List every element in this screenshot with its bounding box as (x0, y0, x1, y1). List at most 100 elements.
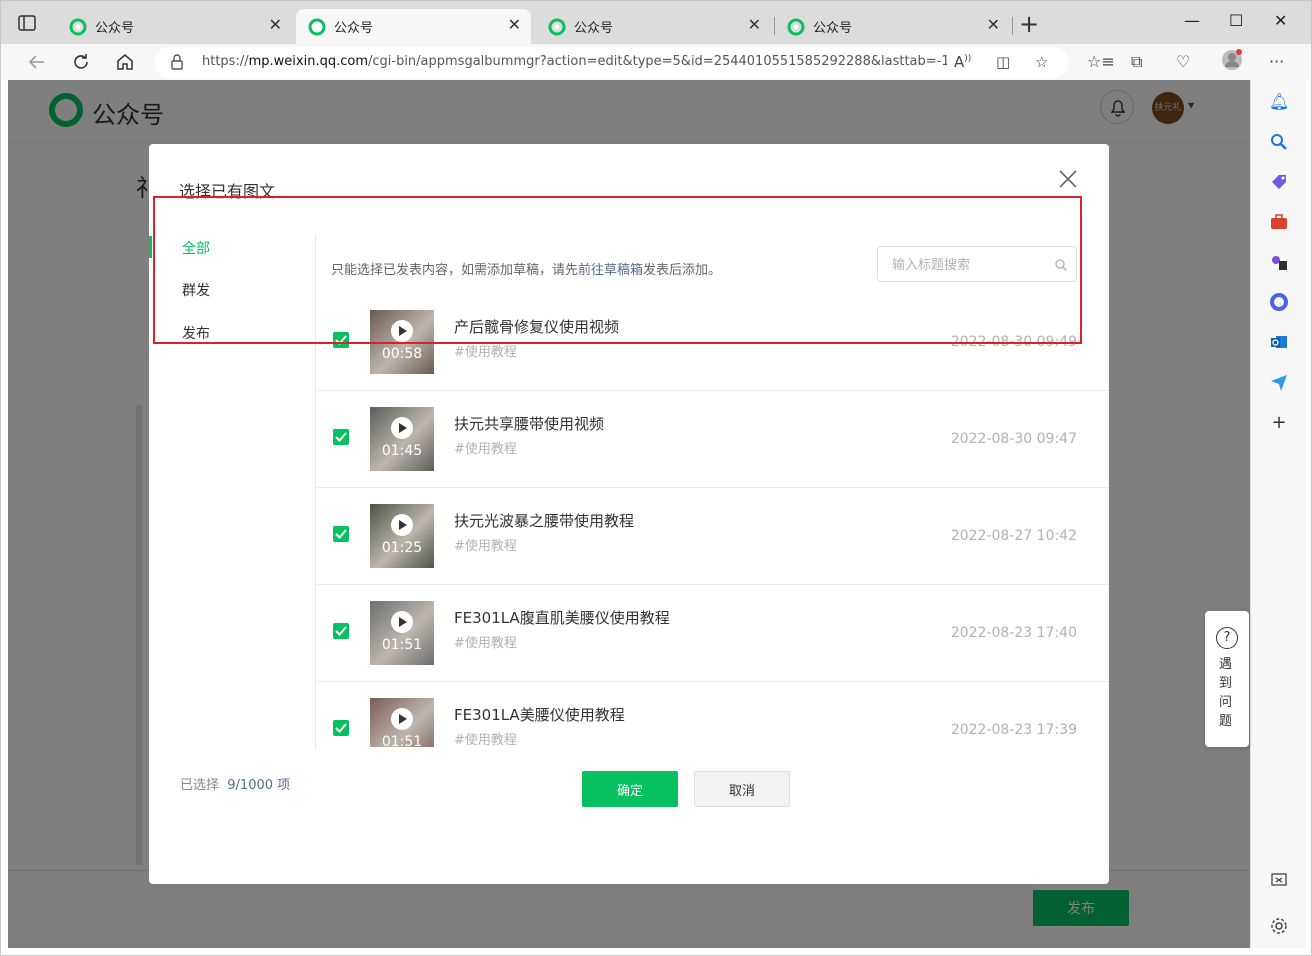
browser-tab-2[interactable]: 公众号 ✕ (296, 9, 531, 45)
video-duration: 01:51 (381, 637, 423, 653)
close-tab-icon[interactable]: ✕ (508, 15, 521, 34)
browser-tab-3[interactable]: 公众号 ✕ (536, 9, 771, 45)
row-checkbox[interactable] (333, 720, 349, 736)
article-tag: #使用教程 (454, 733, 517, 747)
video-duration: 01:51 (381, 734, 423, 747)
more-menu-icon[interactable]: ··· (1269, 52, 1284, 71)
tab-title: 公众号 (334, 21, 374, 36)
browser-titlebar: 公众号 ✕ 公众号 ✕ 公众号 ✕ 公众号 ✕ + — ☐ ✕ (0, 0, 1312, 45)
search-icon[interactable] (1054, 257, 1068, 276)
search-input[interactable] (892, 255, 1042, 275)
article-tag: #使用教程 (454, 345, 517, 360)
selected-count-value: 9/1000 项 (227, 778, 291, 793)
drafts-link[interactable]: 前往草稿箱 (578, 263, 643, 278)
article-row[interactable]: 00:58 产后髋骨修复仪使用视频 #使用教程 2022-08-30 09:49 (316, 294, 1109, 391)
url-path: /cgi-bin/appmsgalbummgr?action=edit&type… (367, 54, 947, 69)
article-date: 2022-08-27 10:42 (950, 528, 1077, 544)
url-text[interactable]: https://mp.weixin.qq.com/cgi-bin/appmsga… (202, 54, 947, 69)
close-icon[interactable] (1057, 168, 1079, 190)
video-thumbnail[interactable]: 01:25 (370, 504, 434, 568)
checkmark-icon (335, 335, 347, 345)
checkmark-icon (335, 432, 347, 442)
row-checkbox[interactable] (333, 429, 349, 445)
video-thumbnail[interactable]: 01:51 (370, 601, 434, 665)
outlook-icon[interactable] (1269, 332, 1289, 352)
video-thumbnail[interactable]: 00:58 (370, 310, 434, 374)
article-row[interactable]: 01:51 FE301LA美腰仪使用教程 #使用教程 2022-08-23 17:39 (316, 682, 1109, 747)
cancel-button[interactable]: 取消 (694, 771, 790, 807)
article-date: 2022-08-23 17:39 (950, 722, 1077, 738)
favorites-icon[interactable]: ☆≡ (1087, 52, 1115, 71)
home-icon[interactable] (113, 50, 137, 74)
question-mark-icon: ? (1216, 627, 1238, 649)
select-article-dialog: 选择已有图文 全部 群发 发布 只能选择已发表内容，如需添加草稿，请先前往草稿箱… (149, 144, 1109, 884)
checkmark-icon (335, 626, 347, 636)
browser-tab-1[interactable]: 公众号 ✕ (57, 9, 292, 45)
nav-item-mass-send[interactable]: 群发 (182, 280, 210, 300)
screenshot-icon[interactable] (1269, 870, 1289, 890)
new-tab-icon[interactable]: + (1019, 10, 1039, 38)
checkmark-icon (335, 529, 347, 539)
search-icon[interactable] (1269, 132, 1289, 152)
help-label: 遇到问题 (1219, 657, 1233, 729)
article-date: 2022-08-30 09:49 (950, 334, 1077, 350)
article-title: 产后髋骨修复仪使用视频 (454, 318, 620, 336)
tools-briefcase-icon[interactable] (1269, 212, 1289, 232)
url-scheme: https:// (202, 54, 249, 69)
settings-gear-icon[interactable] (1269, 916, 1289, 936)
nav-active-indicator (149, 236, 152, 258)
nav-item-publish[interactable]: 发布 (182, 323, 210, 343)
article-list: 00:58 产后髋骨修复仪使用视频 #使用教程 2022-08-30 09:49 01:… (316, 294, 1109, 747)
back-arrow-icon[interactable] (25, 50, 49, 74)
shopping-tag-icon[interactable] (1269, 172, 1289, 192)
minimize-icon[interactable]: — (1184, 11, 1200, 30)
confirm-button[interactable]: 确定 (582, 771, 678, 807)
lock-icon[interactable] (170, 53, 184, 75)
browser-tab-4[interactable]: 公众号 ✕ (775, 9, 1010, 45)
tab-title: 公众号 (813, 21, 853, 36)
play-icon (391, 417, 413, 439)
address-bar[interactable]: https://mp.weixin.qq.com/cgi-bin/appmsga… (154, 47, 1069, 78)
microsoft-365-icon[interactable] (1269, 292, 1289, 312)
video-thumbnail[interactable]: 01:51 (370, 698, 434, 747)
article-title: 扶元共享腰带使用视频 (454, 415, 605, 433)
window-close-icon[interactable]: ✕ (1274, 11, 1287, 30)
send-icon[interactable] (1269, 372, 1289, 392)
article-tag: #使用教程 (454, 636, 517, 651)
article-title: FE301LA腹直肌美腰仪使用教程 (454, 609, 670, 627)
row-checkbox[interactable] (333, 332, 349, 348)
tab-title: 公众号 (95, 21, 135, 36)
article-row[interactable]: 01:51 FE301LA腹直肌美腰仪使用教程 #使用教程 2022-08-23 17… (316, 585, 1109, 682)
play-icon (391, 320, 413, 342)
read-aloud-icon[interactable]: A)) (954, 53, 971, 71)
close-tab-icon[interactable]: ✕ (987, 15, 1000, 34)
bell-icon[interactable]: 🔔︎ (1269, 92, 1289, 112)
close-tab-icon[interactable]: ✕ (748, 15, 761, 34)
video-thumbnail[interactable]: 01:45 (370, 407, 434, 471)
profile-icon[interactable] (1221, 49, 1243, 75)
help-panel[interactable]: ? 遇到问题 (1205, 611, 1249, 747)
row-checkbox[interactable] (333, 526, 349, 542)
split-screen-icon[interactable]: ◫ (996, 53, 1010, 71)
maximize-icon[interactable]: ☐ (1229, 11, 1243, 30)
article-title: 扶元光波暴之腰带使用教程 (454, 512, 635, 530)
search-box (877, 246, 1077, 282)
favorite-star-icon[interactable]: ☆ (1035, 53, 1048, 71)
tip-text-after: 发表后添加。 (643, 263, 722, 278)
tab-separator (1012, 17, 1013, 35)
tab-actions-icon[interactable] (17, 13, 37, 33)
collections-icon[interactable]: ⧉ (1131, 52, 1142, 72)
tab-title: 公众号 (574, 21, 614, 36)
tip-text: 只能选择已发表内容，如需添加草稿，请先前往草稿箱发表后添加。 (331, 259, 721, 278)
row-checkbox[interactable] (333, 623, 349, 639)
selected-label: 已选择 (180, 778, 220, 793)
nav-item-all[interactable]: 全部 (182, 238, 210, 258)
close-tab-icon[interactable]: ✕ (269, 15, 282, 34)
refresh-icon[interactable] (69, 50, 93, 74)
article-row[interactable]: 01:45 扶元共享腰带使用视频 #使用教程 2022-08-30 09:47 (316, 391, 1109, 488)
article-date: 2022-08-23 17:40 (950, 625, 1077, 641)
add-icon[interactable]: + (1269, 412, 1289, 433)
games-icon[interactable] (1269, 252, 1289, 272)
article-row[interactable]: 01:25 扶元光波暴之腰带使用教程 #使用教程 2022-08-27 10:42 (316, 488, 1109, 585)
browser-essentials-icon[interactable]: ♡ (1176, 52, 1190, 71)
